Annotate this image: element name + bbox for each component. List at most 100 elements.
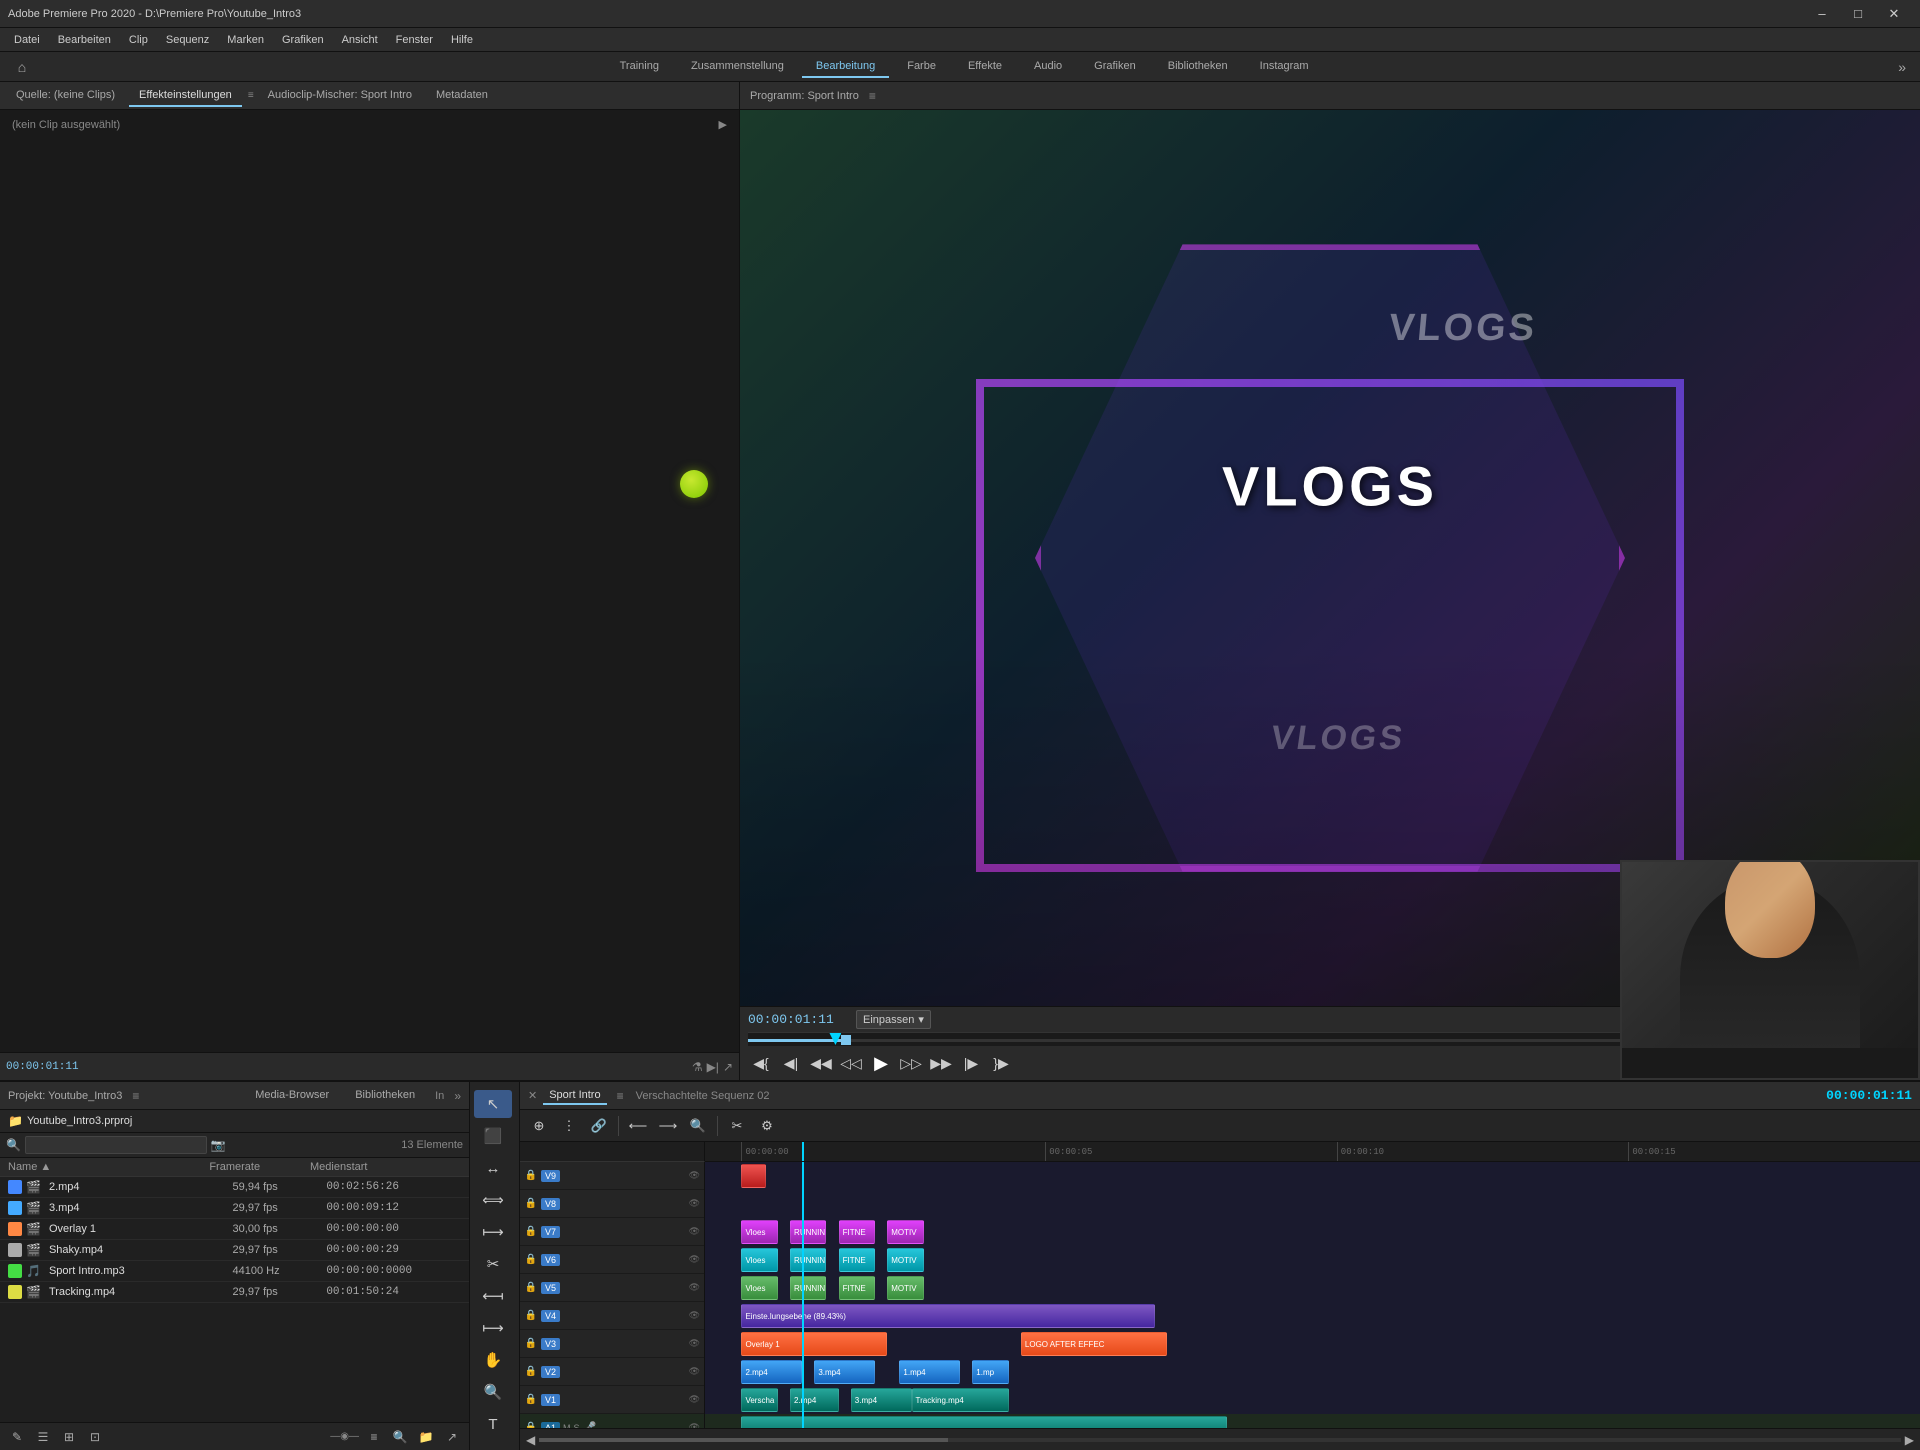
clip-V6-1[interactable]: RUNNIN: [790, 1248, 826, 1272]
track-lock-A1[interactable]: 🔒: [524, 1421, 538, 1429]
hand-tool-button[interactable]: ✋: [474, 1346, 512, 1374]
track-badge-V4[interactable]: V4: [541, 1310, 560, 1322]
play-button[interactable]: ▶: [868, 1050, 894, 1076]
tl-trim[interactable]: ✂: [724, 1113, 750, 1139]
clip-V1-3[interactable]: Tracking.mp4: [912, 1388, 1009, 1412]
track-lock-V2[interactable]: 🔒: [524, 1365, 538, 1379]
ws-tab-bearbeitung[interactable]: Bearbeitung: [802, 56, 889, 78]
tl-linked[interactable]: 🔗: [586, 1113, 612, 1139]
program-menu-icon[interactable]: ≡: [869, 89, 876, 103]
maximize-button[interactable]: □: [1840, 0, 1876, 28]
menu-item-datei[interactable]: Datei: [6, 32, 48, 48]
ws-tab-training[interactable]: Training: [606, 56, 673, 78]
freeform-view-button[interactable]: ⊡: [84, 1426, 106, 1448]
tl-insert[interactable]: ⟵: [625, 1113, 651, 1139]
clip-V4-0[interactable]: Einste.lungsebene (89.43%): [741, 1304, 1154, 1328]
menu-item-marken[interactable]: Marken: [219, 32, 272, 48]
shuttle-back-button[interactable]: ◁◁: [838, 1050, 864, 1076]
clip-V7-2[interactable]: FITNE: [839, 1220, 875, 1244]
project-list-item[interactable]: 🎬 Tracking.mp4 29,97 fps 00:01:50:24: [0, 1282, 469, 1303]
ws-tab-audio[interactable]: Audio: [1020, 56, 1076, 78]
shuttle-fwd-button[interactable]: ▷▷: [898, 1050, 924, 1076]
ws-tab-grafiken[interactable]: Grafiken: [1080, 56, 1150, 78]
home-button[interactable]: ⌂: [8, 53, 36, 81]
timeline-timecode[interactable]: 00:00:01:11: [1826, 1088, 1912, 1103]
slide-tool-button[interactable]: ⟼: [474, 1314, 512, 1342]
track-eye-V7[interactable]: 👁: [689, 1226, 700, 1237]
current-timecode[interactable]: 00:00:01:11: [748, 1012, 848, 1027]
fit-dropdown[interactable]: Einpassen ▾: [856, 1010, 931, 1029]
track-badge-V2[interactable]: V2: [541, 1366, 560, 1378]
clip-V7-0[interactable]: Vloes: [741, 1220, 777, 1244]
track-eye-V4[interactable]: 👁: [689, 1310, 700, 1321]
list-view-button[interactable]: ☰: [32, 1426, 54, 1448]
project-menu-icon[interactable]: ≡: [132, 1089, 139, 1103]
close-button[interactable]: ✕: [1876, 0, 1912, 28]
proj-tab-bibliotheken[interactable]: Bibliotheken: [345, 1086, 425, 1106]
tab-effect-settings[interactable]: Effekteinstellungen: [129, 85, 242, 107]
tab-source[interactable]: Quelle: (keine Clips): [6, 85, 125, 107]
clip-V1-1[interactable]: 2.mp4: [790, 1388, 839, 1412]
clip-V2-0[interactable]: 2.mp4: [741, 1360, 802, 1384]
track-badge-V9[interactable]: V9: [541, 1170, 560, 1182]
track-lock-V6[interactable]: 🔒: [524, 1253, 538, 1267]
proj-tab-media-browser[interactable]: Media-Browser: [245, 1086, 339, 1106]
new-folder-button[interactable]: 📁: [415, 1426, 437, 1448]
selection-tool-button[interactable]: ↖: [474, 1090, 512, 1118]
track-eye-V9[interactable]: 👁: [689, 1170, 700, 1181]
track-badge-V5[interactable]: V5: [541, 1282, 560, 1294]
clip-V6-0[interactable]: Vloes: [741, 1248, 777, 1272]
clip-V1-0[interactable]: Verscha: [741, 1388, 777, 1412]
tl-scrollbar[interactable]: [539, 1438, 1901, 1442]
tl-lift[interactable]: ⟶: [655, 1113, 681, 1139]
tl-zoom-in[interactable]: 🔍: [685, 1113, 711, 1139]
track-lock-V3[interactable]: 🔒: [524, 1337, 538, 1351]
col-header-name[interactable]: Name ▲: [8, 1161, 209, 1173]
menu-item-hilfe[interactable]: Hilfe: [443, 32, 481, 48]
track-lock-V8[interactable]: 🔒: [524, 1197, 538, 1211]
proj-expand[interactable]: »: [454, 1089, 461, 1103]
tab-metadata[interactable]: Metadaten: [426, 85, 498, 107]
tl-tab-close[interactable]: ✕: [528, 1089, 537, 1102]
project-list-item[interactable]: 🎬 2.mp4 59,94 fps 00:02:56:26: [0, 1177, 469, 1198]
track-lock-V9[interactable]: 🔒: [524, 1169, 538, 1183]
roll-edit-tool-button[interactable]: ⟺: [474, 1186, 512, 1214]
tab-audioclip-mixer[interactable]: Audioclip-Mischer: Sport Intro: [258, 85, 422, 107]
track-badge-V6[interactable]: V6: [541, 1254, 560, 1266]
zoom-tool-button[interactable]: 🔍: [474, 1378, 512, 1406]
ripple-edit-tool-button[interactable]: ↔: [474, 1154, 512, 1182]
menu-item-clip[interactable]: Clip: [121, 32, 156, 48]
menu-item-grafiken[interactable]: Grafiken: [274, 32, 332, 48]
track-lock-V4[interactable]: 🔒: [524, 1309, 538, 1323]
clip-V6-3[interactable]: MOTIV: [887, 1248, 923, 1272]
text-tool-button[interactable]: T: [474, 1410, 512, 1438]
clip-V5-2[interactable]: FITNE: [839, 1276, 875, 1300]
clip-V7-1[interactable]: RUNNIN: [790, 1220, 826, 1244]
ws-tab-zusammenstellung[interactable]: Zusammenstellung: [677, 56, 798, 78]
effect-settings-menu-icon[interactable]: ≡: [248, 90, 254, 101]
razor-tool-button[interactable]: ✂: [474, 1250, 512, 1278]
track-badge-V3[interactable]: V3: [541, 1338, 560, 1350]
ws-tab-effekte[interactable]: Effekte: [954, 56, 1016, 78]
track-eye-V2[interactable]: 👁: [689, 1366, 700, 1377]
step-back-button[interactable]: ◀|: [778, 1050, 804, 1076]
col-header-framerate[interactable]: Framerate: [209, 1161, 310, 1173]
delete-button[interactable]: ↗: [441, 1426, 463, 1448]
track-badge-V7[interactable]: V7: [541, 1226, 560, 1238]
menu-item-sequenz[interactable]: Sequenz: [158, 32, 217, 48]
menu-item-bearbeiten[interactable]: Bearbeiten: [50, 32, 119, 48]
clip-A1-0[interactable]: [741, 1416, 1227, 1428]
workspace-expand[interactable]: »: [1892, 59, 1912, 75]
ws-tab-farbe[interactable]: Farbe: [893, 56, 950, 78]
track-eye-V1[interactable]: 👁: [689, 1394, 700, 1405]
clip-V5-0[interactable]: Vloes: [741, 1276, 777, 1300]
clip-V6-2[interactable]: FITNE: [839, 1248, 875, 1272]
minimize-button[interactable]: –: [1804, 0, 1840, 28]
mark-in-button[interactable]: ◀{: [748, 1050, 774, 1076]
ws-tab-bibliotheken[interactable]: Bibliotheken: [1154, 56, 1242, 78]
tl-scroll-left[interactable]: ◀: [526, 1433, 535, 1447]
track-mic-A1[interactable]: 🎤: [583, 1421, 597, 1428]
mark-out-button[interactable]: }▶: [988, 1050, 1014, 1076]
menu-item-fenster[interactable]: Fenster: [388, 32, 441, 48]
track-badge-V1[interactable]: V1: [541, 1394, 560, 1406]
